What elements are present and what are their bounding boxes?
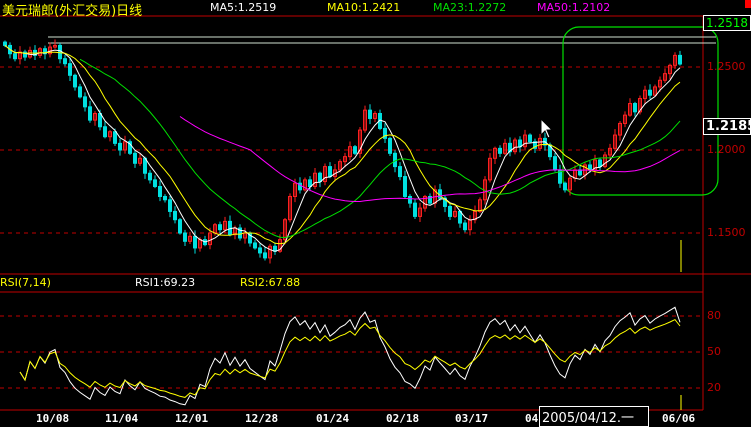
candle-down (88, 106, 92, 121)
candle-down (648, 89, 652, 96)
rsi-tick-label: 80 (707, 309, 721, 322)
candle-down (63, 58, 67, 65)
date-tick-label: 12/28 (245, 412, 279, 425)
rsi1-label: RSI1:69.23 (135, 276, 196, 289)
price-tick-label: 1.2500 (707, 60, 746, 73)
candle-down (498, 147, 502, 154)
candle-down (118, 142, 122, 151)
candle-down (13, 53, 17, 60)
candle-down (553, 156, 557, 171)
candle-down (168, 199, 172, 212)
candle-down (528, 134, 532, 143)
date-tick-label: 04 (525, 412, 539, 425)
price-tick-label: 1.1500 (707, 226, 746, 239)
price-tick-label: 1.2000 (707, 143, 746, 156)
candle-down (393, 152, 397, 168)
date-tick-label: 01/24 (316, 412, 350, 425)
candle-down (633, 103, 637, 113)
date-tick-label: 03/17 (455, 412, 489, 425)
candle-down (103, 126, 107, 138)
candle-down (73, 74, 77, 88)
candle-down (258, 247, 262, 254)
cursor-price-box: 1.2185 (703, 118, 751, 135)
candle-down (678, 54, 682, 65)
candle-down (113, 131, 117, 144)
candle-down (388, 137, 392, 154)
candle-down (308, 179, 312, 188)
date-tick-label: 10/08 (36, 412, 70, 425)
candle-down (173, 210, 177, 221)
candle-down (413, 202, 417, 217)
candle-down (448, 205, 452, 217)
rsi2-label: RSI2:67.88 (240, 276, 301, 289)
date-tick-label: 02/18 (386, 412, 420, 425)
chart-title: 美元瑞郎(外汇交易)日线 (2, 4, 143, 19)
ma5-line (4, 45, 681, 252)
candle-down (98, 112, 102, 128)
candle-down (368, 109, 372, 119)
candle-down (193, 235, 197, 249)
candle-down (398, 166, 402, 178)
candle-down (408, 195, 412, 204)
ma5-label: MA5:1.2519 (210, 1, 277, 14)
cursor-date-box: 2005/04/12.一 (539, 406, 649, 427)
candle-down (68, 63, 72, 76)
candle-down (253, 242, 257, 249)
date-tick-label: 06/06 (662, 412, 696, 425)
rsi-tick-label: 20 (707, 381, 721, 394)
candle-down (403, 176, 407, 197)
window-marker (745, 0, 751, 8)
date-tick-label: 11/04 (105, 412, 139, 425)
candle-down (58, 44, 62, 60)
candle-down (578, 169, 582, 176)
candle-down (153, 179, 157, 188)
candle-down (78, 86, 82, 98)
candle-down (598, 159, 602, 168)
chart-canvas (0, 15, 751, 411)
candle-down (328, 166, 332, 178)
candle-down (263, 252, 267, 259)
candle-down (143, 157, 147, 174)
last-price-box: 1.2518 (703, 15, 751, 31)
rsi7-line (19, 306, 681, 406)
candle-down (163, 195, 167, 201)
ma50-label: MA50:1.2102 (537, 1, 611, 14)
candle-down (563, 182, 567, 191)
candle-down (178, 219, 182, 234)
ma23-label: MA23:1.2272 (433, 1, 507, 14)
date-tick-label: 12/01 (175, 412, 209, 425)
candle-down (83, 96, 87, 108)
ma10-label: MA10:1.2421 (327, 1, 401, 14)
candle-down (158, 186, 162, 197)
rsi-tick-label: 50 (707, 345, 721, 358)
mouse-pointer-icon (540, 118, 554, 139)
candle-down (3, 41, 7, 46)
candle-down (353, 146, 357, 154)
candle-down (183, 232, 187, 242)
rsi-title: RSI(7,14) (0, 276, 51, 289)
candle-down (133, 152, 137, 164)
candle-down (463, 222, 467, 231)
candle-down (218, 224, 222, 231)
candle-down (148, 172, 152, 181)
candle-down (318, 172, 322, 183)
